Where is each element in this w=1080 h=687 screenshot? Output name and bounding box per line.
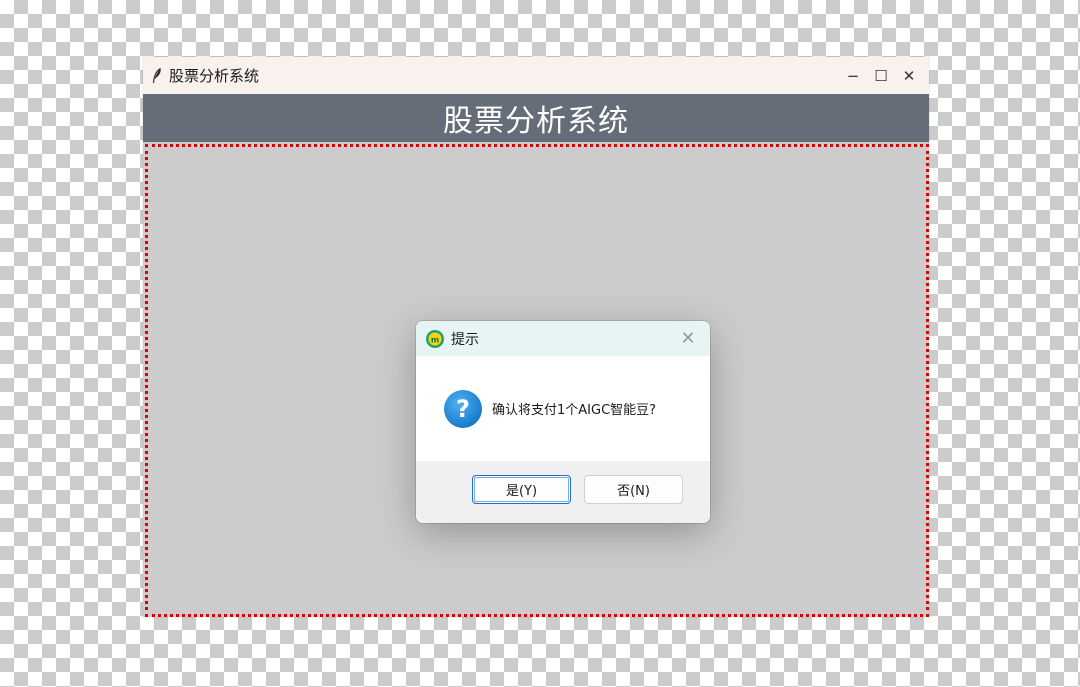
no-button[interactable]: 否(N) xyxy=(584,475,683,504)
question-icon: ? xyxy=(444,389,482,428)
window-controls: − ☐ ✕ xyxy=(839,57,923,94)
svg-text:m: m xyxy=(431,335,439,344)
svg-text:?: ? xyxy=(456,395,470,423)
yes-button[interactable]: 是(Y) xyxy=(472,475,571,504)
maximize-button[interactable]: ☐ xyxy=(867,62,895,90)
feather-icon xyxy=(150,67,164,85)
pycharm-app-icon: m xyxy=(426,329,444,348)
dialog-footer: 是(Y) 否(N) xyxy=(416,461,710,523)
window-titlebar[interactable]: 股票分析系统 − ☐ ✕ xyxy=(143,57,929,94)
dialog-message: 确认将支付1个AIGC智能豆? xyxy=(492,403,657,418)
header-band: 股票分析系统 xyxy=(143,94,929,142)
minimize-button[interactable]: − xyxy=(839,62,867,90)
dialog-close-icon[interactable]: ✕ xyxy=(678,328,698,349)
app-heading: 股票分析系统 xyxy=(443,104,629,139)
dialog-titlebar[interactable]: m 提示 ✕ xyxy=(416,321,710,356)
confirm-dialog: m 提示 ✕ ? 确认将支付1个AIGC智能豆? 是(Y) 否(N) xyxy=(416,321,710,523)
dialog-body: ? 确认将支付1个AIGC智能豆? xyxy=(416,356,710,461)
window-title: 股票分析系统 xyxy=(169,67,260,85)
close-button[interactable]: ✕ xyxy=(895,62,923,90)
dialog-title: 提示 xyxy=(451,331,479,348)
